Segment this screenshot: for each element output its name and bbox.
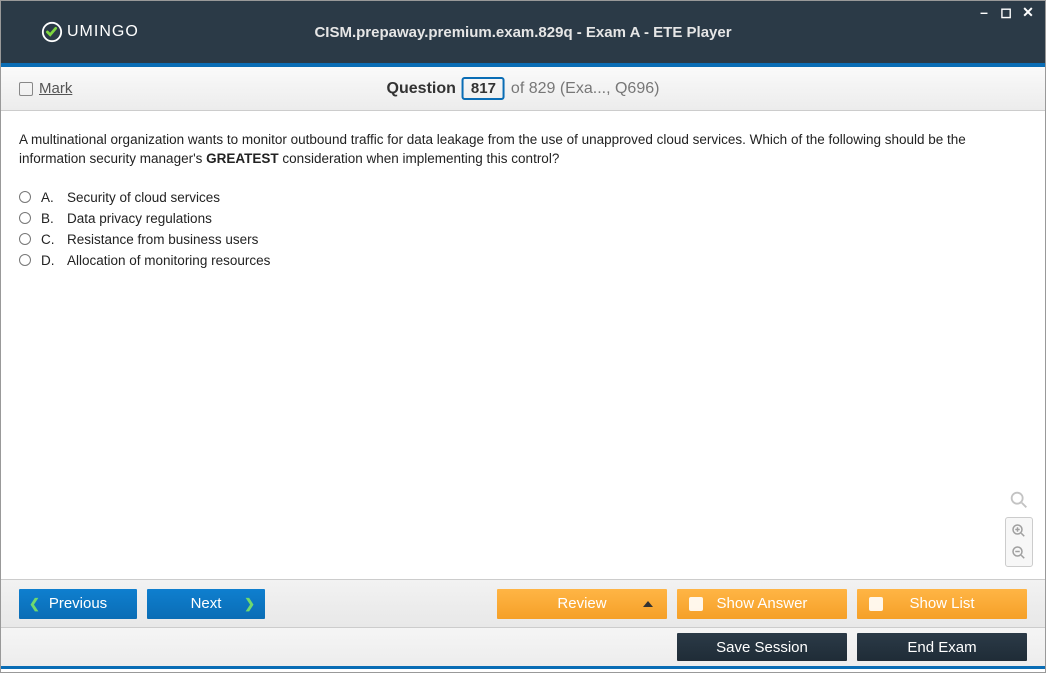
list-icon [869,597,883,611]
question-header-bar: Mark Question 817 of 829 (Exa..., Q696) [1,67,1045,111]
arrow-left-icon: ❮ [29,596,40,612]
window-controls: – ◻ ✕ [975,5,1037,19]
save-session-button[interactable]: Save Session [677,633,847,661]
answer-text: Resistance from business users [67,232,258,247]
show-answer-button[interactable]: Show Answer [677,589,847,619]
zoom-out-icon[interactable] [1009,544,1029,562]
answer-letter: C. [41,232,57,247]
title-bar: UMINGO CISM.prepaway.premium.exam.829q -… [1,1,1045,67]
navigation-bar: ❮ Previous Next ❯ Review Show Answer Sho… [1,579,1045,627]
answer-option-c[interactable]: C. Resistance from business users [19,229,1027,250]
previous-label: Previous [49,595,107,612]
mark-label[interactable]: Mark [39,80,72,97]
answer-option-b[interactable]: B. Data privacy regulations [19,208,1027,229]
radio-icon[interactable] [19,233,31,245]
zoom-tools [1005,489,1033,567]
maximize-button[interactable]: ◻ [997,5,1015,19]
next-label: Next [191,595,222,612]
previous-button[interactable]: ❮ Previous [19,589,137,619]
close-button[interactable]: ✕ [1019,5,1037,19]
question-number-box[interactable]: 817 [462,77,505,100]
answer-list: A. Security of cloud services B. Data pr… [19,187,1027,271]
session-bar: Save Session End Exam [1,627,1045,669]
question-word: Question [387,80,456,98]
show-answer-label: Show Answer [717,595,808,612]
search-icon[interactable] [1008,489,1030,511]
answer-option-a[interactable]: A. Security of cloud services [19,187,1027,208]
logo-check-icon [41,21,63,43]
answer-text: Data privacy regulations [67,211,212,226]
question-content: A multinational organization wants to mo… [1,111,1045,579]
logo-text: UMINGO [67,23,139,41]
show-list-label: Show List [909,595,974,612]
question-text: A multinational organization wants to mo… [19,131,1027,169]
review-button[interactable]: Review [497,589,667,619]
end-exam-label: End Exam [907,639,976,656]
end-exam-button[interactable]: End Exam [857,633,1027,661]
question-emphasis: GREATEST [206,151,279,166]
app-logo: UMINGO [1,21,139,43]
puzzle-icon [689,597,703,611]
question-counter: Question 817 of 829 (Exa..., Q696) [387,77,660,100]
arrow-right-icon: ❯ [244,596,255,612]
answer-option-d[interactable]: D. Allocation of monitoring resources [19,250,1027,271]
question-text-after: consideration when implementing this con… [279,151,560,166]
mark-control[interactable]: Mark [19,80,72,97]
answer-text: Allocation of monitoring resources [67,253,270,268]
next-button[interactable]: Next ❯ [147,589,265,619]
show-list-button[interactable]: Show List [857,589,1027,619]
zoom-box [1005,517,1033,567]
question-total-text: of 829 (Exa..., Q696) [511,80,660,98]
triangle-up-icon [643,601,653,607]
radio-icon[interactable] [19,254,31,266]
radio-icon[interactable] [19,212,31,224]
answer-letter: B. [41,211,57,226]
save-session-label: Save Session [716,639,808,656]
review-label: Review [557,595,606,612]
zoom-in-icon[interactable] [1009,522,1029,540]
answer-letter: A. [41,190,57,205]
radio-icon[interactable] [19,191,31,203]
window-title: CISM.prepaway.premium.exam.829q - Exam A… [314,24,731,41]
answer-text: Security of cloud services [67,190,220,205]
minimize-button[interactable]: – [975,5,993,19]
answer-letter: D. [41,253,57,268]
mark-checkbox[interactable] [19,82,33,96]
